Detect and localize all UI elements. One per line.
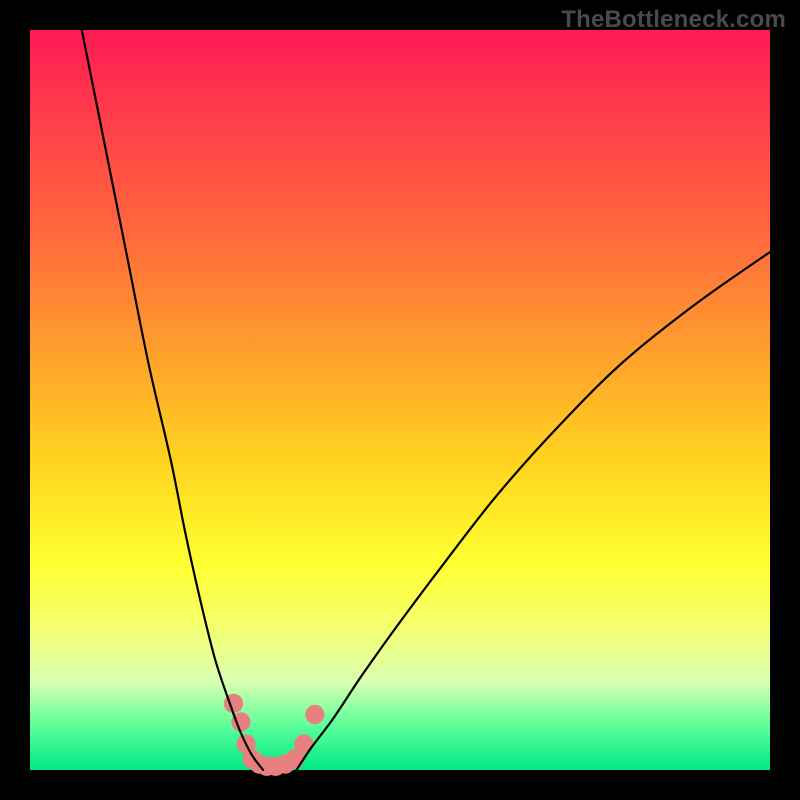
curve-layer <box>82 30 770 770</box>
chart-svg <box>30 30 770 770</box>
chart-frame: TheBottleneck.com <box>0 0 800 800</box>
curve-right-curve <box>296 252 770 770</box>
curve-left-curve <box>82 30 263 770</box>
marker-layer <box>224 694 325 776</box>
watermark-text: TheBottleneck.com <box>561 6 786 34</box>
marker-point <box>294 734 313 753</box>
plot-area <box>30 30 770 770</box>
marker-point <box>305 705 324 724</box>
